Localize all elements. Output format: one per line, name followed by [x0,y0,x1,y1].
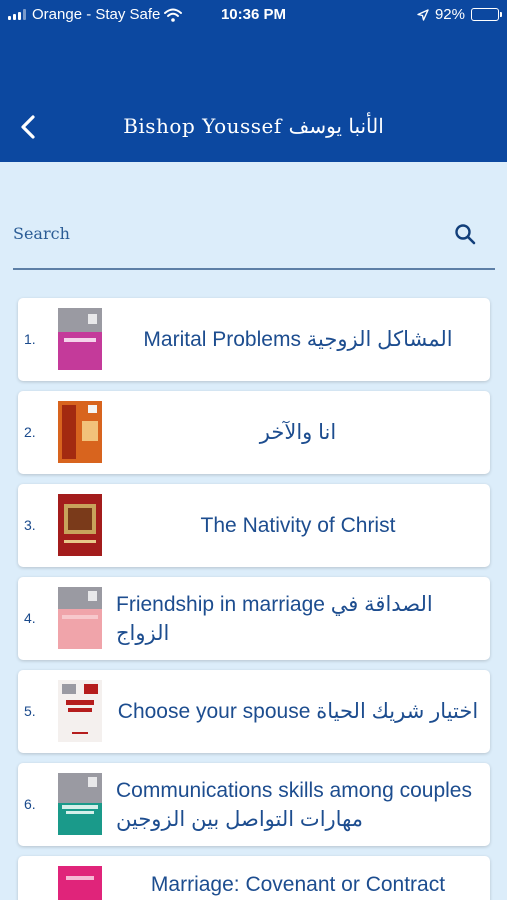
book-cover-image [58,494,102,556]
book-cover-image [58,773,102,835]
item-number: 5. [24,703,36,719]
page-title: Bishop Youssef الأنبا يوسف [123,114,384,138]
list-item[interactable]: 1. Marital Problems المشاكل الزوجية [18,298,490,381]
item-number: 1. [24,331,36,347]
book-cover-image [58,866,102,900]
item-title: Marital Problems المشاكل الزوجية [143,328,453,351]
list-item[interactable]: 3. The Nativity of Christ [18,484,490,567]
item-number: 6. [24,796,36,812]
item-title: Marriage: Covenant or Contract [150,873,446,896]
list-item[interactable]: 2. انا والآخر [18,391,490,474]
search-field[interactable]: Search [13,212,495,270]
item-title: Communications skills among couples مهار… [116,778,472,831]
list-item[interactable]: 6. Communications skills among couples م… [18,763,490,846]
book-cover-image [58,680,102,742]
back-button[interactable] [14,112,44,142]
item-title: Friendship in marriage الصداقة في الزواج [116,592,433,645]
list-item[interactable]: 5. Choose your spouse اختيار شريك الحياة [18,670,490,753]
list-item[interactable]: 4. Friendship in marriage الصداقة في الز… [18,577,490,660]
item-title: انا والآخر [259,421,337,444]
search-icon[interactable] [453,222,477,246]
list-item[interactable]: Marriage: Covenant or Contract [18,856,490,900]
location-arrow-icon [417,8,429,21]
book-cover-image [58,401,102,463]
item-number: 2. [24,424,36,440]
book-cover-image [58,587,102,649]
item-number: 3. [24,517,36,533]
book-cover-image [58,308,102,370]
app-header: Orange - Stay Safe 10:36 PM 92% Bishop Y… [0,0,507,162]
battery-icon [471,8,502,21]
battery-percent: 92% [434,6,465,23]
item-number: 4. [24,610,36,626]
item-title: Choose your spouse اختيار شريك الحياة [117,700,479,723]
item-title: The Nativity of Christ [200,514,396,537]
status-bar: Orange - Stay Safe 10:36 PM 92% [0,0,507,30]
search-placeholder: Search [13,224,70,243]
